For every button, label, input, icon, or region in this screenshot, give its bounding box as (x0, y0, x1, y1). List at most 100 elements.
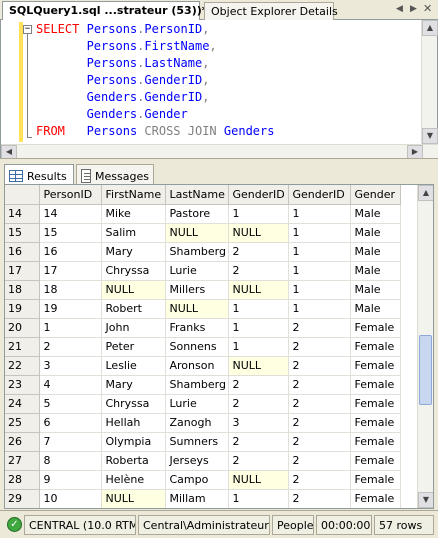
column-header[interactable]: GenderID (228, 185, 289, 205)
table-cell[interactable]: 2 (228, 451, 289, 471)
table-cell[interactable]: Helène (101, 470, 166, 490)
table-cell[interactable]: 7 (39, 432, 102, 452)
table-cell[interactable]: NULL (165, 223, 229, 243)
table-cell[interactable]: Sonnens (165, 337, 229, 357)
table-cell[interactable]: Female (350, 432, 401, 452)
table-cell[interactable]: 15 (39, 223, 102, 243)
row-number[interactable]: 21 (5, 337, 40, 357)
table-cell[interactable]: 1 (228, 318, 289, 338)
table-cell[interactable]: 19 (39, 299, 102, 319)
table-cell[interactable]: NULL (101, 280, 166, 300)
table-cell[interactable]: 2 (288, 337, 351, 357)
table-cell[interactable]: 2 (288, 489, 351, 508)
table-cell[interactable]: 16 (39, 242, 102, 262)
table-cell[interactable]: NULL (228, 223, 289, 243)
table-cell[interactable]: 1 (288, 242, 351, 262)
scroll-down-icon[interactable]: ▼ (422, 128, 438, 144)
table-cell[interactable]: 2 (39, 337, 102, 357)
table-cell[interactable]: 2 (288, 356, 351, 376)
table-cell[interactable]: NULL (228, 470, 289, 490)
table-cell[interactable]: Mary (101, 242, 166, 262)
row-number[interactable]: 14 (5, 204, 40, 224)
table-cell[interactable]: Mike (101, 204, 166, 224)
table-row[interactable]: 28 9 Helène Campo NULL 2 Female (5, 470, 401, 490)
column-header[interactable]: FirstName (101, 185, 166, 205)
table-cell[interactable]: Female (350, 394, 401, 414)
tab-messages[interactable]: Messages (76, 164, 154, 184)
table-cell[interactable]: Hellah (101, 413, 166, 433)
table-cell[interactable]: NULL (228, 356, 289, 376)
editor-vertical-scrollbar[interactable]: ▲ ▼ (421, 20, 438, 144)
grid-vertical-scrollbar[interactable]: ▲ ▼ (417, 185, 433, 508)
row-number[interactable]: 22 (5, 356, 40, 376)
results-grid[interactable]: PersonID FirstName LastName GenderID GenderI… (4, 184, 434, 509)
table-cell[interactable]: Sumners (165, 432, 229, 452)
row-number[interactable]: 25 (5, 413, 40, 433)
table-cell[interactable]: 18 (39, 280, 102, 300)
table-cell[interactable]: 2 (288, 432, 351, 452)
table-cell[interactable]: 2 (228, 261, 289, 281)
code-line[interactable]: SELECT Persons.PersonID, (36, 21, 274, 38)
tab-results[interactable]: Results (4, 164, 74, 184)
query-editor[interactable]: − SELECT Persons.PersonID, Persons.First… (0, 20, 438, 159)
table-row[interactable]: 24 5 Chryssa Lurie 2 2 Female (5, 394, 401, 414)
column-header[interactable]: PersonID (39, 185, 102, 205)
chevron-right-icon[interactable]: ▶ (410, 4, 417, 14)
table-cell[interactable]: 1 (228, 489, 289, 508)
table-cell[interactable]: Zanogh (165, 413, 229, 433)
table-cell[interactable]: 3 (39, 356, 102, 376)
tab-sqlquery1[interactable]: SQLQuery1.sql ...strateur (53))* (2, 1, 208, 21)
row-number[interactable]: 27 (5, 451, 40, 471)
table-cell[interactable]: 2 (228, 394, 289, 414)
table-row[interactable]: 14 14 Mike Pastore 1 1 Male (5, 204, 401, 224)
table-cell[interactable]: 2 (228, 242, 289, 262)
table-cell[interactable]: 1 (228, 204, 289, 224)
table-cell[interactable]: 2 (288, 375, 351, 395)
scroll-up-icon[interactable]: ▲ (418, 185, 433, 201)
table-cell[interactable]: Female (350, 470, 401, 490)
table-cell[interactable]: Female (350, 489, 401, 508)
table-cell[interactable]: Salim (101, 223, 166, 243)
row-number[interactable]: 28 (5, 470, 40, 490)
table-cell[interactable]: Female (350, 318, 401, 338)
table-row[interactable]: 27 8 Roberta Jerseys 2 2 Female (5, 451, 401, 471)
editor-horizontal-scrollbar[interactable]: ◀ ▶ (1, 144, 438, 159)
table-cell[interactable]: 1 (288, 261, 351, 281)
row-number[interactable]: 19 (5, 299, 40, 319)
table-cell[interactable]: 17 (39, 261, 102, 281)
code-line[interactable]: Persons.LastName, (36, 55, 274, 72)
table-cell[interactable]: 2 (288, 470, 351, 490)
row-number[interactable]: 24 (5, 394, 40, 414)
table-cell[interactable]: Olympia (101, 432, 166, 452)
table-row[interactable]: 23 4 Mary Shamberg 2 2 Female (5, 375, 401, 395)
table-cell[interactable]: Female (350, 451, 401, 471)
table-cell[interactable]: Male (350, 261, 401, 281)
table-cell[interactable]: Male (350, 280, 401, 300)
table-cell[interactable]: 14 (39, 204, 102, 224)
table-cell[interactable]: 3 (228, 413, 289, 433)
table-cell[interactable]: Female (350, 356, 401, 376)
table-cell[interactable]: Pastore (165, 204, 229, 224)
scroll-left-icon[interactable]: ◀ (1, 145, 17, 159)
table-row[interactable]: 18 18 NULL Millers NULL 1 Male (5, 280, 401, 300)
table-row[interactable]: 21 2 Peter Sonnens 1 2 Female (5, 337, 401, 357)
table-row[interactable]: 22 3 Leslie Aronson NULL 2 Female (5, 356, 401, 376)
code-line[interactable]: Persons.GenderID, (36, 72, 274, 89)
scroll-down-icon[interactable]: ▼ (418, 492, 433, 508)
table-cell[interactable]: 2 (288, 394, 351, 414)
table-cell[interactable]: Jerseys (165, 451, 229, 471)
table-row[interactable]: 20 1 John Franks 1 2 Female (5, 318, 401, 338)
row-number[interactable]: 18 (5, 280, 40, 300)
table-cell[interactable]: Male (350, 299, 401, 319)
sql-code[interactable]: SELECT Persons.PersonID, Persons.FirstNa… (36, 21, 274, 140)
table-cell[interactable]: 1 (228, 337, 289, 357)
table-cell[interactable]: 1 (228, 299, 289, 319)
code-line[interactable]: Genders.Gender (36, 106, 274, 123)
tab-object-explorer-details[interactable]: Object Explorer Details (204, 2, 338, 20)
table-cell[interactable]: NULL (165, 299, 229, 319)
table-row[interactable]: 17 17 Chryssa Lurie 2 1 Male (5, 261, 401, 281)
table-cell[interactable]: Franks (165, 318, 229, 338)
table-cell[interactable]: 4 (39, 375, 102, 395)
table-cell[interactable]: Female (350, 375, 401, 395)
table-cell[interactable]: Roberta (101, 451, 166, 471)
